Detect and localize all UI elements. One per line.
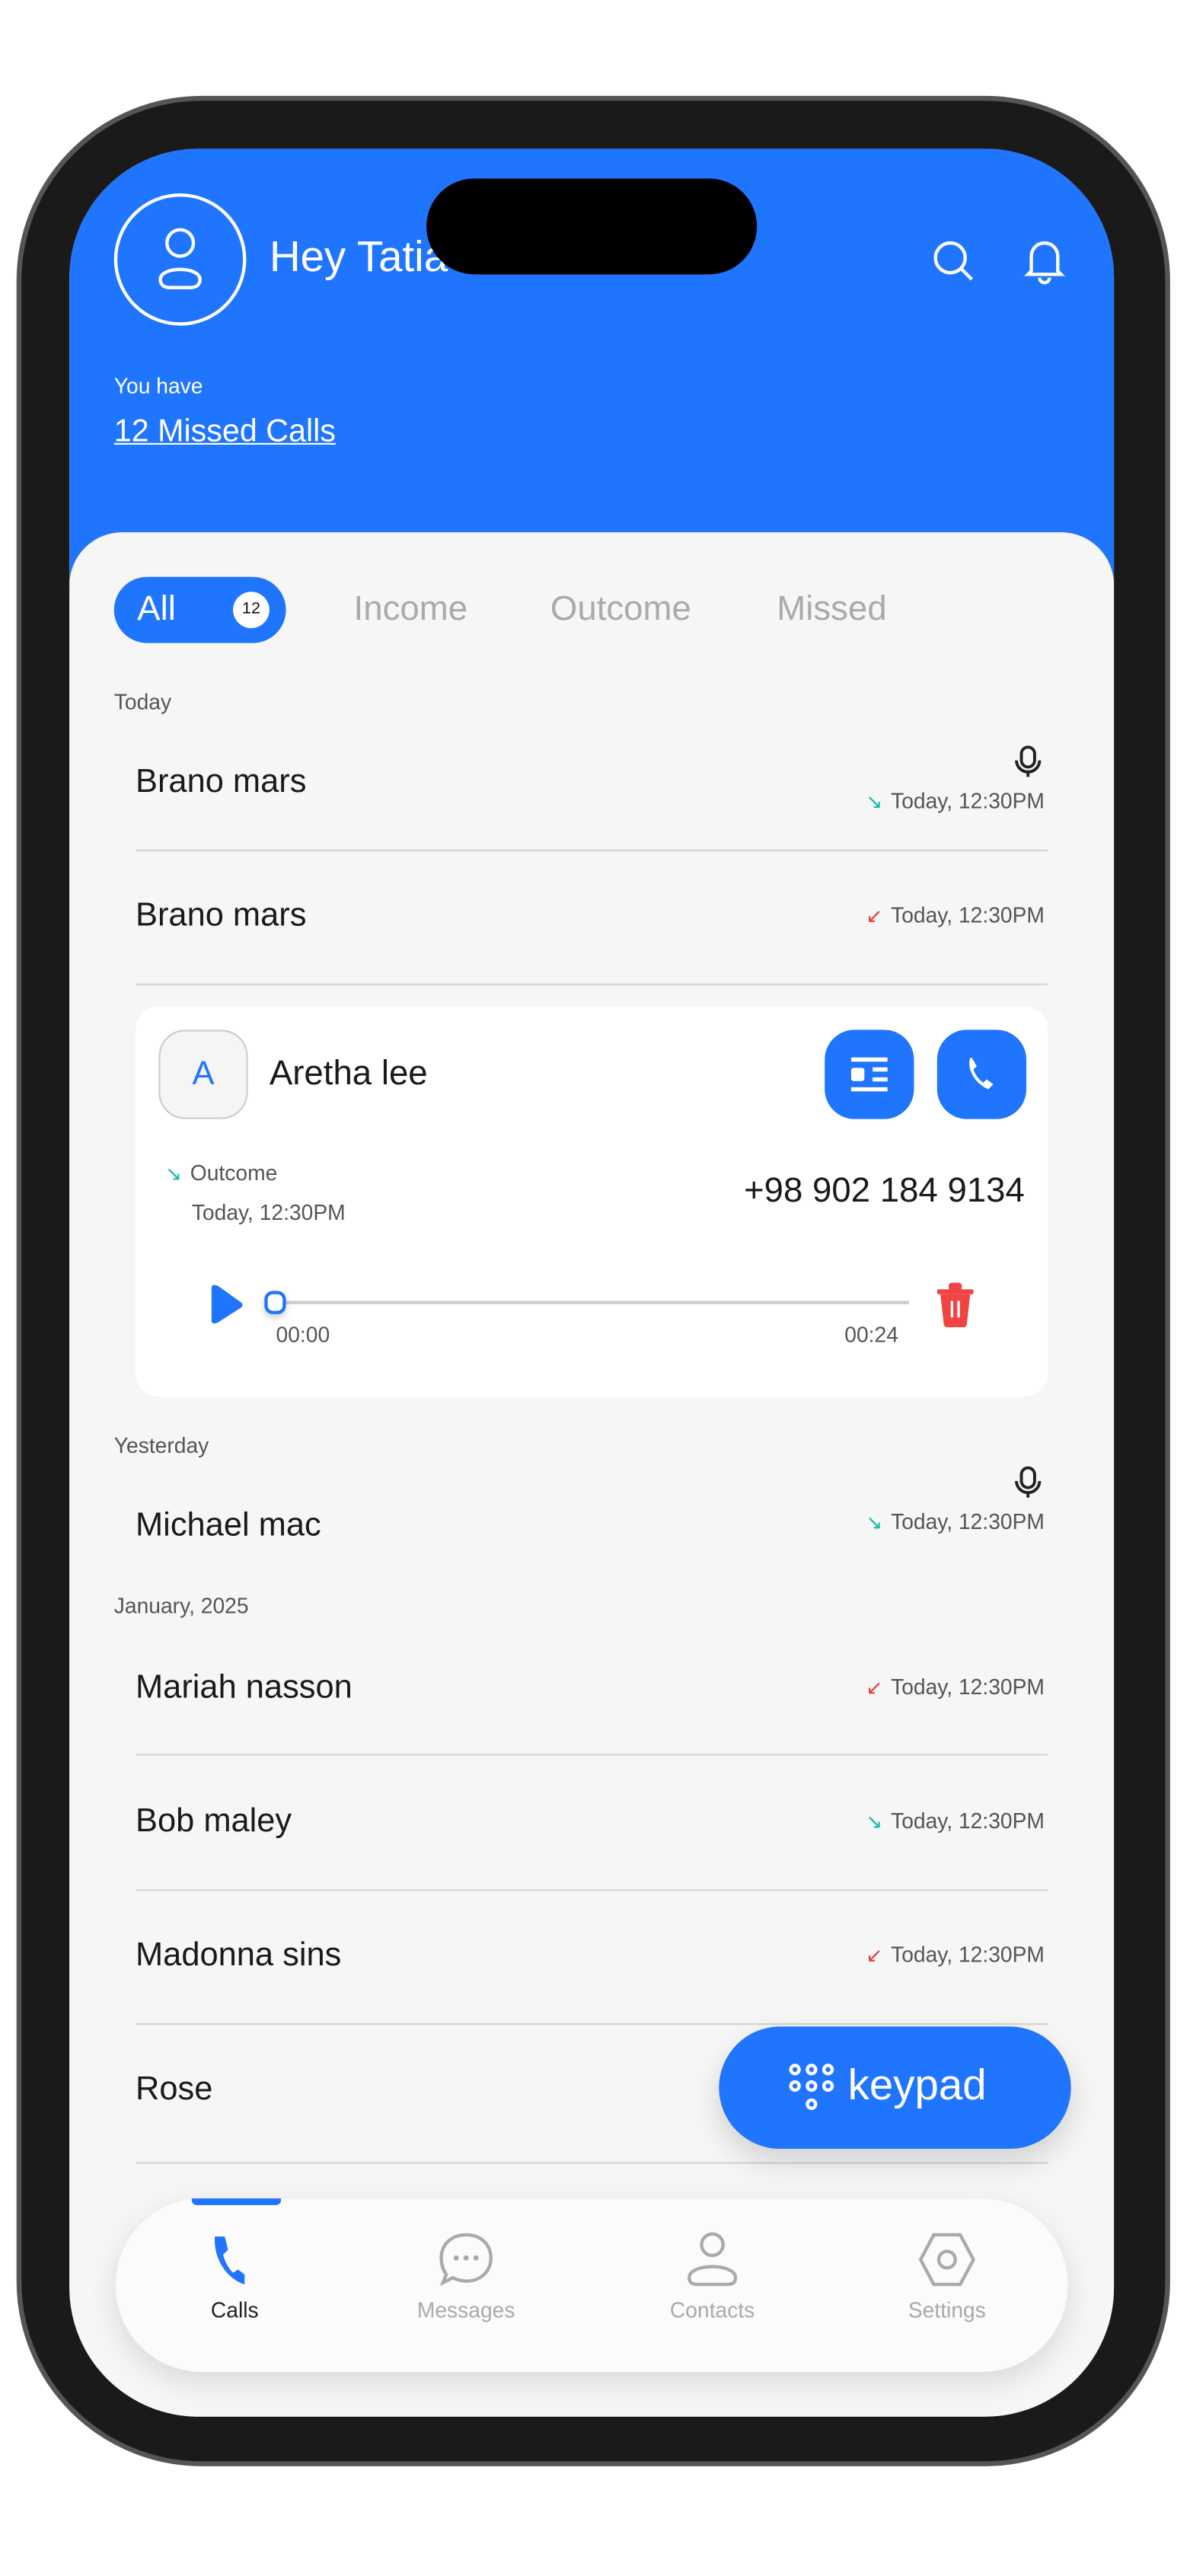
contact-details-button[interactable]: [825, 1029, 914, 1119]
incoming-arrow-icon: ↘: [866, 1810, 883, 1834]
phone-icon: [214, 2236, 245, 2285]
call-name[interactable]: Bob maley: [136, 1803, 292, 1841]
trash-icon[interactable]: [936, 1281, 975, 1328]
missed-arrow-icon: ↙: [866, 1676, 883, 1700]
audio-progress-track[interactable]: [274, 1301, 909, 1304]
dynamic-island: [426, 178, 758, 275]
tab-missed[interactable]: Missed: [777, 590, 886, 630]
call-time: ↘ Today, 12:30PM: [866, 1508, 1045, 1534]
call-name[interactable]: Brano mars: [136, 898, 306, 936]
expanded-call-card: A Aretha lee ↘ Outcome Today, 12:30PM +98…: [136, 1007, 1048, 1397]
microphone-icon: [1015, 745, 1042, 777]
duration: 00:24: [844, 1322, 898, 1348]
bottom-nav: Calls Messages Contacts Settings: [115, 2198, 1068, 2373]
call-time: Today, 12:30PM: [191, 1200, 346, 1225]
call-name[interactable]: Mariah nasson: [136, 1670, 353, 1708]
call-time: ↙ Today, 12:30PM: [866, 1942, 1045, 1968]
tab-all[interactable]: All 12: [113, 576, 286, 643]
call-name[interactable]: Rose: [136, 2071, 212, 2109]
missed-calls-link[interactable]: 12 Missed Calls: [114, 415, 336, 452]
divider: [136, 1889, 1048, 1891]
divider: [136, 849, 1048, 851]
search-icon[interactable]: [932, 240, 975, 282]
bell-icon[interactable]: [1023, 236, 1066, 286]
call-button[interactable]: [936, 1029, 1027, 1119]
call-time: ↙ Today, 12:30PM: [866, 1674, 1045, 1700]
call-time: ↙ Today, 12:30PM: [866, 902, 1045, 927]
phone-icon: [969, 1058, 994, 1090]
contact-card-icon: [850, 1057, 888, 1092]
user-icon: [688, 2232, 738, 2287]
microphone-icon: [1015, 1466, 1042, 1498]
play-icon[interactable]: [209, 1285, 245, 1324]
nav-messages[interactable]: Messages: [384, 2232, 549, 2322]
count-badge: 12: [233, 592, 270, 628]
divider: [136, 2162, 1048, 2164]
subtitle: You have: [113, 373, 203, 399]
call-time: ↘ Today, 12:30PM: [866, 788, 1045, 814]
section-yesterday: Yesterday: [113, 1433, 209, 1458]
phone-number: +98 902 184 9134: [744, 1172, 1025, 1211]
keypad-button[interactable]: keypad: [719, 2026, 1071, 2150]
keypad-icon: [789, 2064, 834, 2111]
call-type: ↘ Outcome: [165, 1160, 278, 1186]
section-january: January, 2025: [113, 1593, 249, 1619]
tab-income[interactable]: Income: [354, 590, 468, 630]
divider: [136, 983, 1048, 985]
elapsed-time: 00:00: [276, 1322, 330, 1348]
missed-arrow-icon: ↙: [866, 1943, 883, 1968]
nav-calls[interactable]: Calls: [152, 2232, 317, 2322]
screen: Hey Tatia You have 12 Missed Calls All 12…: [69, 148, 1115, 2417]
settings-hexagon-icon: [918, 2233, 976, 2287]
call-time: ↘ Today, 12:30PM: [866, 1808, 1045, 1834]
chat-bubble-icon: [439, 2233, 493, 2287]
contact-name: Aretha lee: [269, 1054, 428, 1093]
divider: [136, 2023, 1048, 2025]
avatar[interactable]: [113, 193, 247, 326]
greeting: Hey Tatia: [269, 231, 448, 282]
missed-arrow-icon: ↙: [866, 904, 883, 927]
active-indicator: [191, 2198, 282, 2205]
call-name[interactable]: Brano mars: [136, 764, 306, 802]
section-today: Today: [113, 689, 172, 714]
nav-contacts[interactable]: Contacts: [630, 2232, 795, 2322]
divider: [136, 1754, 1048, 1756]
call-name[interactable]: Madonna sins: [136, 1937, 341, 1975]
outgoing-arrow-icon: ↘: [165, 1162, 182, 1186]
audio-scrubber-handle[interactable]: [264, 1291, 286, 1314]
tab-label: All: [137, 589, 176, 628]
keypad-label: keypad: [847, 2059, 987, 2109]
incoming-arrow-icon: ↘: [866, 1511, 883, 1534]
nav-settings[interactable]: Settings: [864, 2232, 1029, 2322]
incoming-arrow-icon: ↘: [866, 790, 883, 814]
user-icon: [158, 228, 202, 289]
tab-outcome[interactable]: Outcome: [550, 590, 691, 630]
contact-initial-avatar: A: [158, 1029, 248, 1119]
call-name[interactable]: Michael mac: [136, 1508, 321, 1546]
